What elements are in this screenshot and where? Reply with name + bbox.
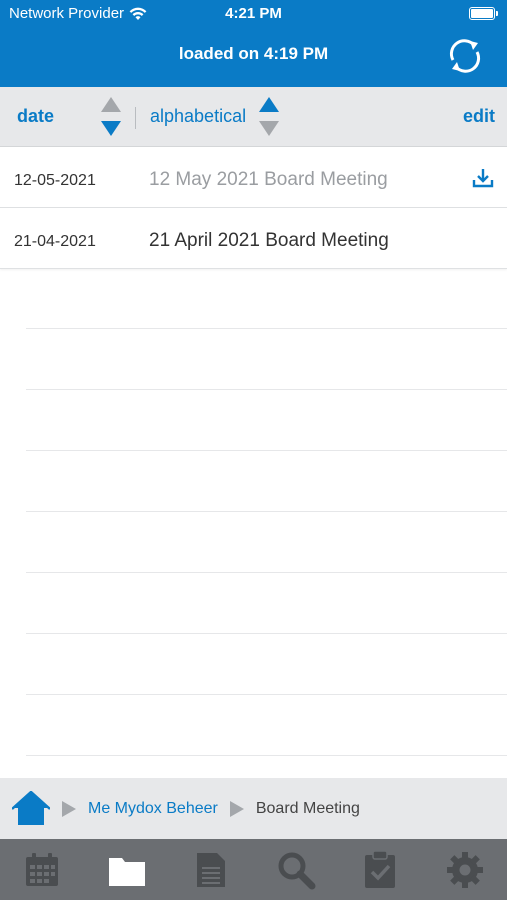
tab-tasks[interactable]: [358, 848, 402, 892]
tab-calendar[interactable]: [20, 848, 64, 892]
edit-button[interactable]: edit: [463, 106, 495, 127]
meeting-date: 12-05-2021: [14, 172, 96, 189]
date-sort-arrows[interactable]: [101, 97, 121, 137]
download-icon[interactable]: [472, 167, 494, 189]
sort-descending-icon: [259, 121, 279, 136]
tab-document[interactable]: [189, 848, 233, 892]
folder-icon: [108, 857, 145, 886]
sort-ascending-icon: [101, 97, 121, 112]
status-bar: Network Provider 4:21 PM: [0, 0, 507, 28]
refresh-icon[interactable]: [445, 36, 485, 76]
sort-by-date-button[interactable]: date: [17, 106, 54, 127]
breadcrumb-separator-icon: [229, 800, 244, 817]
sort-ascending-icon: [259, 97, 279, 112]
alpha-sort-arrows[interactable]: [259, 97, 279, 137]
breadcrumb: Me Mydox Beheer Board Meeting: [0, 778, 507, 839]
tab-settings[interactable]: [443, 848, 487, 892]
tab-documents[interactable]: [105, 848, 149, 892]
page-title: loaded on 4:19 PM: [178, 44, 329, 63]
clipboard-check-icon: [365, 849, 396, 888]
empty-list-area: [26, 268, 507, 756]
sort-bar: date alphabetical edit: [0, 87, 507, 147]
battery-icon: [469, 7, 498, 20]
meeting-date: 21-04-2021: [14, 233, 96, 250]
status-time: 4:21 PM: [225, 5, 282, 22]
list-item[interactable]: 21-04-2021 21 April 2021 Board Meeting: [0, 208, 507, 269]
search-icon: [278, 852, 316, 889]
calendar-icon: [26, 852, 59, 886]
gear-icon: [446, 851, 483, 888]
home-icon[interactable]: [12, 790, 50, 827]
top-bar: Network Provider 4:21 PM loaded on 4:19 …: [0, 0, 507, 87]
document-icon: [197, 852, 226, 887]
breadcrumb-current: Board Meeting: [255, 799, 360, 817]
list-item[interactable]: 12-05-2021 12 May 2021 Board Meeting: [0, 147, 507, 208]
meeting-title: 21 April 2021 Board Meeting: [149, 230, 389, 251]
tab-search[interactable]: [274, 848, 318, 892]
sort-descending-icon: [101, 121, 121, 136]
meeting-list: 12-05-2021 12 May 2021 Board Meeting 21-…: [0, 147, 507, 269]
tab-bar: [0, 839, 507, 900]
breadcrumb-parent-link[interactable]: Me Mydox Beheer: [88, 800, 218, 818]
sort-divider: [135, 107, 136, 129]
meeting-title: 12 May 2021 Board Meeting: [149, 169, 388, 190]
breadcrumb-separator-icon: [62, 800, 76, 817]
sort-alphabetical-button[interactable]: alphabetical: [150, 106, 246, 127]
